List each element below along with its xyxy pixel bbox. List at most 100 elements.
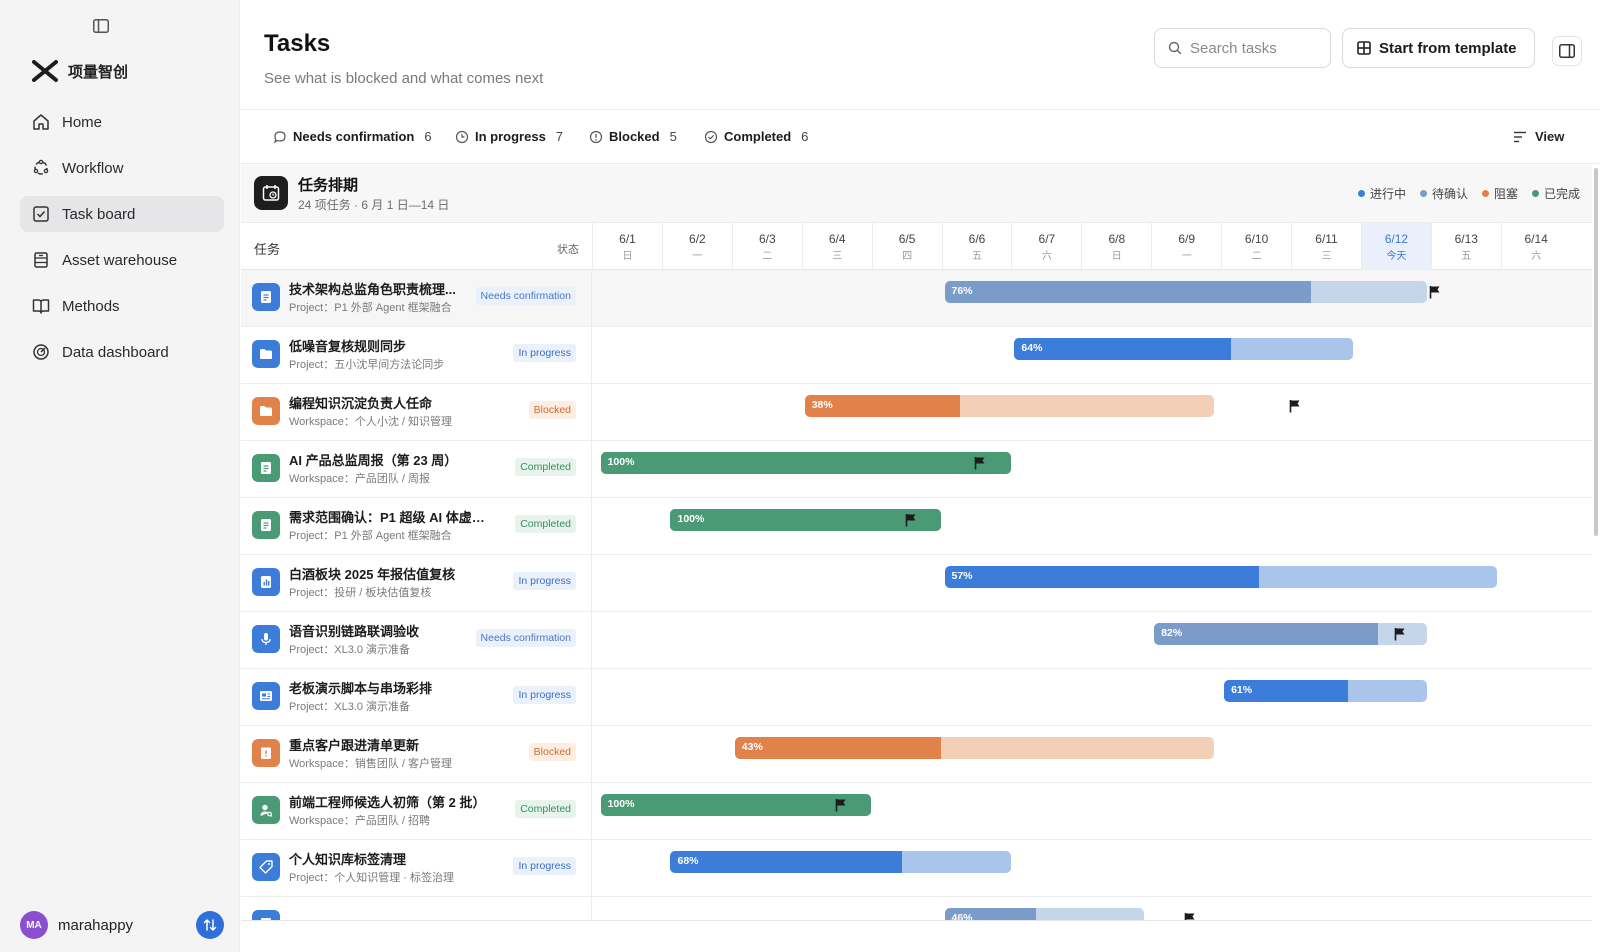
sidebar-item-workflow[interactable]: Workflow bbox=[20, 150, 224, 186]
task-info[interactable]: 编程知识沉淀负责人任命 Workspace：个人小沈 / 知识管理 Blocked bbox=[241, 384, 592, 440]
task-row[interactable]: 白酒板块 2025 年报估值复核 Project：投研 / 板块估值复核 In pr… bbox=[241, 555, 1592, 612]
day-date: 6/9 bbox=[1178, 232, 1196, 246]
user-profile[interactable]: MA marahappy bbox=[20, 907, 224, 943]
task-path: Workspace：个人小沈 / 知识管理 bbox=[289, 416, 452, 428]
task-info[interactable]: 个人知识库标签清理 Project：个人知识管理 · 标签治理 In progres… bbox=[241, 840, 592, 896]
task-info[interactable]: 前端工程师候选人初筛（第 2 批） Workspace：产品团队 / 招聘 Comp… bbox=[241, 783, 592, 839]
status-badge: In progress bbox=[513, 572, 576, 590]
gantt-track: 43% bbox=[592, 726, 1592, 782]
legend-item: 待确认 bbox=[1419, 185, 1468, 202]
sidebar-toggle-icon[interactable] bbox=[90, 16, 112, 36]
task-row[interactable]: 46% bbox=[241, 897, 1592, 921]
side-panel-toggle-icon[interactable] bbox=[1552, 36, 1582, 66]
day-column: 6/3 二 bbox=[731, 223, 802, 270]
day-weekday: 三 bbox=[1321, 251, 1332, 262]
view-button[interactable]: View bbox=[1513, 129, 1564, 144]
task-row[interactable]: 编程知识沉淀负责人任命 Workspace：个人小沈 / 知识管理 Blocked 3… bbox=[241, 384, 1592, 441]
filter-label: In progress bbox=[475, 129, 546, 144]
gantt-bar[interactable]: 100% bbox=[600, 794, 872, 816]
switch-account-icon[interactable] bbox=[196, 911, 224, 939]
legend-dot bbox=[1531, 190, 1539, 197]
gantt-bar[interactable]: 61% bbox=[1224, 680, 1427, 702]
gantt-bar[interactable]: 38% bbox=[804, 395, 1214, 417]
milestone-flag-icon[interactable] bbox=[835, 798, 847, 812]
sidebar-item-task-board[interactable]: Task board bbox=[20, 196, 224, 232]
scrollbar-thumb[interactable] bbox=[1594, 168, 1598, 536]
milestone-flag-icon[interactable] bbox=[905, 513, 917, 527]
task-row[interactable]: AI 产品总监周报（第 23 周） Workspace：产品团队 / 周报 Comp… bbox=[241, 441, 1592, 498]
task-name: 重点客户跟进清单更新 bbox=[289, 738, 420, 753]
sidebar: 项量智创 Home Workflow Task board Asset warehou… bbox=[0, 0, 240, 952]
search-input[interactable] bbox=[1190, 39, 1320, 57]
filter-count: 7 bbox=[555, 129, 564, 144]
filter-blocked[interactable]: Blocked 5 bbox=[589, 129, 677, 144]
day-column-today: 6/12 今天 bbox=[1360, 223, 1431, 270]
brand[interactable]: 项量智创 bbox=[32, 60, 128, 82]
task-info[interactable]: 语音识别链路联调验收 Project：XL3.0 演示准备 Needs confir… bbox=[241, 612, 592, 668]
task-row[interactable]: 重点客户跟进清单更新 Workspace：销售团队 / 客户管理 Blocked 43… bbox=[241, 726, 1592, 783]
day-weekday: 二 bbox=[1251, 251, 1262, 262]
brand-logo-icon bbox=[32, 60, 58, 82]
gantt-track: 100% bbox=[592, 441, 1592, 497]
sidebar-item-data-dashboard[interactable]: Data dashboard bbox=[20, 334, 224, 370]
progress-label: 68% bbox=[677, 855, 699, 867]
filter-needs-confirmation[interactable]: Needs confirmation 6 bbox=[273, 129, 432, 144]
task-row[interactable]: 技术架构总监角色职责梳理... Project：P1 外部 Agent 框架融合 N… bbox=[241, 270, 1592, 327]
milestone-flag-icon[interactable] bbox=[1184, 912, 1196, 921]
start-from-template-button[interactable]: Start from template bbox=[1342, 28, 1535, 68]
sidebar-item-asset-warehouse[interactable]: Asset warehouse bbox=[20, 242, 224, 278]
task-row[interactable]: 老板演示脚本与串场彩排 Project：XL3.0 演示准备 In progress… bbox=[241, 669, 1592, 726]
filter-label: Needs confirmation bbox=[293, 129, 415, 144]
gantt-bar[interactable]: 43% bbox=[734, 737, 1214, 759]
task-info[interactable] bbox=[241, 897, 592, 920]
gantt-bar[interactable]: 68% bbox=[670, 851, 1011, 873]
task-row[interactable]: 低噪音复核规则同步 Project：五小沈早间方法论同步 In progress 64… bbox=[241, 327, 1592, 384]
day-weekday: 一 bbox=[1181, 251, 1192, 262]
task-path: Workspace：销售团队 / 客户管理 bbox=[289, 758, 452, 770]
milestone-flag-icon[interactable] bbox=[974, 456, 986, 470]
gantt-bar[interactable]: 100% bbox=[670, 509, 941, 531]
search-box[interactable] bbox=[1154, 28, 1331, 68]
sidebar-item-label: Task board bbox=[62, 205, 136, 223]
task-path: Project：XL3.0 演示准备 bbox=[289, 701, 411, 713]
task-row[interactable]: 语音识别链路联调验收 Project：XL3.0 演示准备 Needs confir… bbox=[241, 612, 1592, 669]
task-info[interactable]: 低噪音复核规则同步 Project：五小沈早间方法论同步 In progress bbox=[241, 327, 592, 383]
filter-completed[interactable]: Completed 6 bbox=[704, 129, 808, 144]
column-header-status: 状态 bbox=[557, 244, 579, 256]
task-info[interactable]: AI 产品总监周报（第 23 周） Workspace：产品团队 / 周报 Comp… bbox=[241, 441, 592, 497]
gantt-bar[interactable]: 76% bbox=[944, 281, 1427, 303]
task-info[interactable]: 重点客户跟进清单更新 Workspace：销售团队 / 客户管理 Blocked bbox=[241, 726, 592, 782]
task-info[interactable]: 需求范围确认：P1 超级 AI 体虚拟... Project：P1 外部 Agen… bbox=[241, 498, 592, 554]
page-subtitle: See what is blocked and what comes next bbox=[264, 70, 544, 87]
gantt-bar[interactable]: 82% bbox=[1154, 623, 1427, 645]
gantt-bar[interactable]: 46% bbox=[944, 908, 1144, 920]
board-subtitle: 24 项任务 · 6 月 1 日—14 日 bbox=[298, 198, 450, 212]
milestone-flag-icon[interactable] bbox=[1289, 399, 1301, 413]
day-column: 6/5 四 bbox=[871, 223, 942, 270]
day-column: 6/1 日 bbox=[592, 223, 662, 270]
status-filter-bar: Needs confirmation 6 In progress 7 Blocked 5 C… bbox=[241, 111, 1600, 164]
sidebar-item-home[interactable]: Home bbox=[20, 104, 224, 140]
milestone-flag-icon[interactable] bbox=[1429, 285, 1441, 299]
task-name: 前端工程师候选人初筛（第 2 批） bbox=[289, 795, 486, 810]
alert-circle-icon bbox=[589, 130, 603, 143]
task-name: 语音识别链路联调验收 bbox=[289, 624, 420, 639]
task-info[interactable]: 老板演示脚本与串场彩排 Project：XL3.0 演示准备 In progress bbox=[241, 669, 592, 725]
task-row[interactable]: 前端工程师候选人初筛（第 2 批） Workspace：产品团队 / 招聘 Comp… bbox=[241, 783, 1592, 840]
status-badge: Completed bbox=[515, 458, 576, 476]
gantt-bar[interactable]: 100% bbox=[600, 452, 1011, 474]
task-row[interactable]: 需求范围确认：P1 超级 AI 体虚拟... Project：P1 外部 Agen… bbox=[241, 498, 1592, 555]
doc-icon bbox=[252, 283, 280, 311]
task-info[interactable]: 白酒板块 2025 年报估值复核 Project：投研 / 板块估值复核 In pr… bbox=[241, 555, 592, 611]
task-name: 需求范围确认：P1 超级 AI 体虚拟... bbox=[289, 510, 494, 525]
filter-in-progress[interactable]: In progress 7 bbox=[455, 129, 563, 144]
page-title: Tasks bbox=[264, 30, 331, 57]
gantt-bar[interactable]: 57% bbox=[944, 566, 1497, 588]
legend-dot bbox=[1419, 190, 1427, 197]
task-info[interactable]: 技术架构总监角色职责梳理... Project：P1 外部 Agent 框架融合 N… bbox=[241, 270, 592, 326]
gantt-bar[interactable]: 64% bbox=[1014, 338, 1354, 360]
workflow-icon bbox=[33, 159, 49, 175]
milestone-flag-icon[interactable] bbox=[1394, 627, 1406, 641]
task-row[interactable]: 个人知识库标签清理 Project：个人知识管理 · 标签治理 In progres… bbox=[241, 840, 1592, 897]
sidebar-item-methods[interactable]: Methods bbox=[20, 288, 224, 324]
